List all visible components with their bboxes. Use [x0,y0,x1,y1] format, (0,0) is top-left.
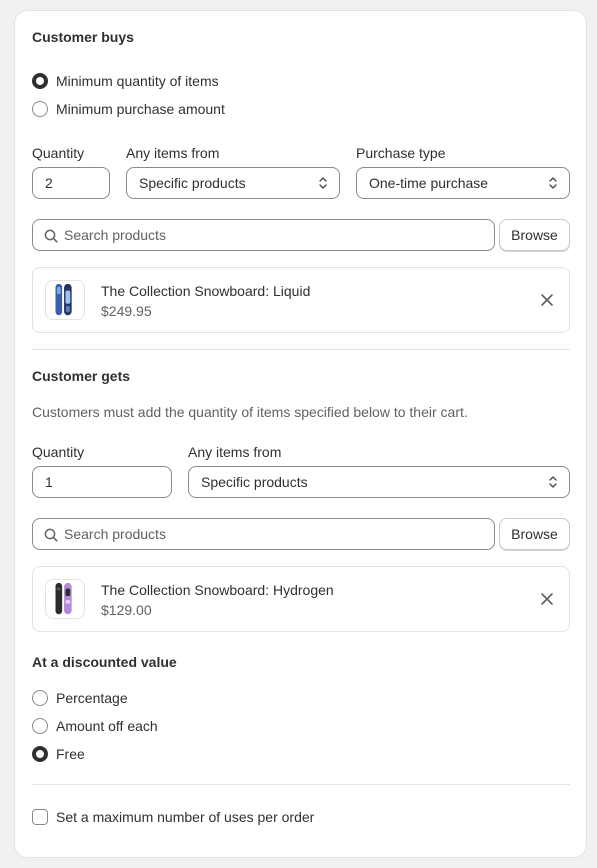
search-icon [44,229,58,243]
remove-product-close-icon[interactable] [540,293,554,307]
radio-percentage[interactable]: Percentage [32,690,128,706]
radio-label: Percentage [56,690,128,706]
select-value: Specific products [139,175,246,191]
select-chevrons-icon [319,177,327,189]
gets-search-input[interactable]: Search products [32,518,495,550]
customer-gets-heading: Customer gets [32,368,131,384]
search-placeholder: Search products [64,526,166,542]
radio-minimum-amount[interactable]: Minimum purchase amount [32,101,225,117]
radio-label: Free [56,746,85,762]
radio-button[interactable] [32,690,48,706]
purchase-type-select[interactable]: One-time purchase [356,167,570,199]
search-icon [44,528,58,542]
select-chevrons-icon [549,177,557,189]
snowboard-image-icon [55,283,72,316]
purchase-type-label: Purchase type [356,145,446,161]
select-chevrons-icon [549,476,557,488]
discount-card: Customer buys Minimum quantity of items … [15,11,586,857]
radio-amount-off-each[interactable]: Amount off each [32,718,158,734]
buys-quantity-label: Quantity [32,145,85,161]
buys-product-card: The Collection Snowboard: Liquid $249.95 [32,267,570,333]
select-value: Specific products [201,474,308,490]
buys-browse-button[interactable]: Browse [499,219,570,251]
max-uses-checkbox[interactable] [32,809,48,825]
gets-quantity-label: Quantity [32,444,85,460]
product-thumbnail [45,579,85,619]
gets-product-card: The Collection Snowboard: Hydrogen $129.… [32,566,570,632]
product-price: $249.95 [101,303,152,319]
customer-buys-heading: Customer buys [32,29,134,45]
product-name: The Collection Snowboard: Hydrogen [101,582,334,598]
gets-browse-button[interactable]: Browse [499,518,570,550]
radio-free[interactable]: Free [32,746,85,762]
section-divider [32,784,570,785]
buys-items-from-label: Any items from [126,145,220,161]
product-thumbnail [45,280,85,320]
product-name: The Collection Snowboard: Liquid [101,283,311,299]
section-divider [32,349,570,350]
select-value: One-time purchase [369,175,489,191]
radio-minimum-quantity[interactable]: Minimum quantity of items [32,73,219,89]
radio-label: Minimum quantity of items [56,73,219,89]
gets-quantity-input[interactable]: 1 [32,466,172,498]
gets-items-from-select[interactable]: Specific products [188,466,570,498]
radio-button-checked[interactable] [32,746,48,762]
max-uses-checkbox-row[interactable]: Set a maximum number of uses per order [32,809,314,825]
radio-label: Amount off each [56,718,158,734]
product-price: $129.00 [101,602,152,618]
buys-items-from-select[interactable]: Specific products [126,167,340,199]
max-uses-label: Set a maximum number of uses per order [56,809,315,825]
radio-button[interactable] [32,101,48,117]
buys-quantity-input[interactable]: 2 [32,167,110,199]
buys-search-input[interactable]: Search products [32,219,495,251]
customer-gets-description: Customers must add the quantity of items… [32,404,468,420]
remove-product-close-icon[interactable] [540,592,554,606]
search-placeholder: Search products [64,227,166,243]
radio-button[interactable] [32,718,48,734]
discounted-value-heading: At a discounted value [32,654,177,670]
gets-items-from-label: Any items from [188,444,282,460]
radio-label: Minimum purchase amount [56,101,225,117]
snowboard-image-icon [55,582,72,615]
radio-button-checked[interactable] [32,73,48,89]
